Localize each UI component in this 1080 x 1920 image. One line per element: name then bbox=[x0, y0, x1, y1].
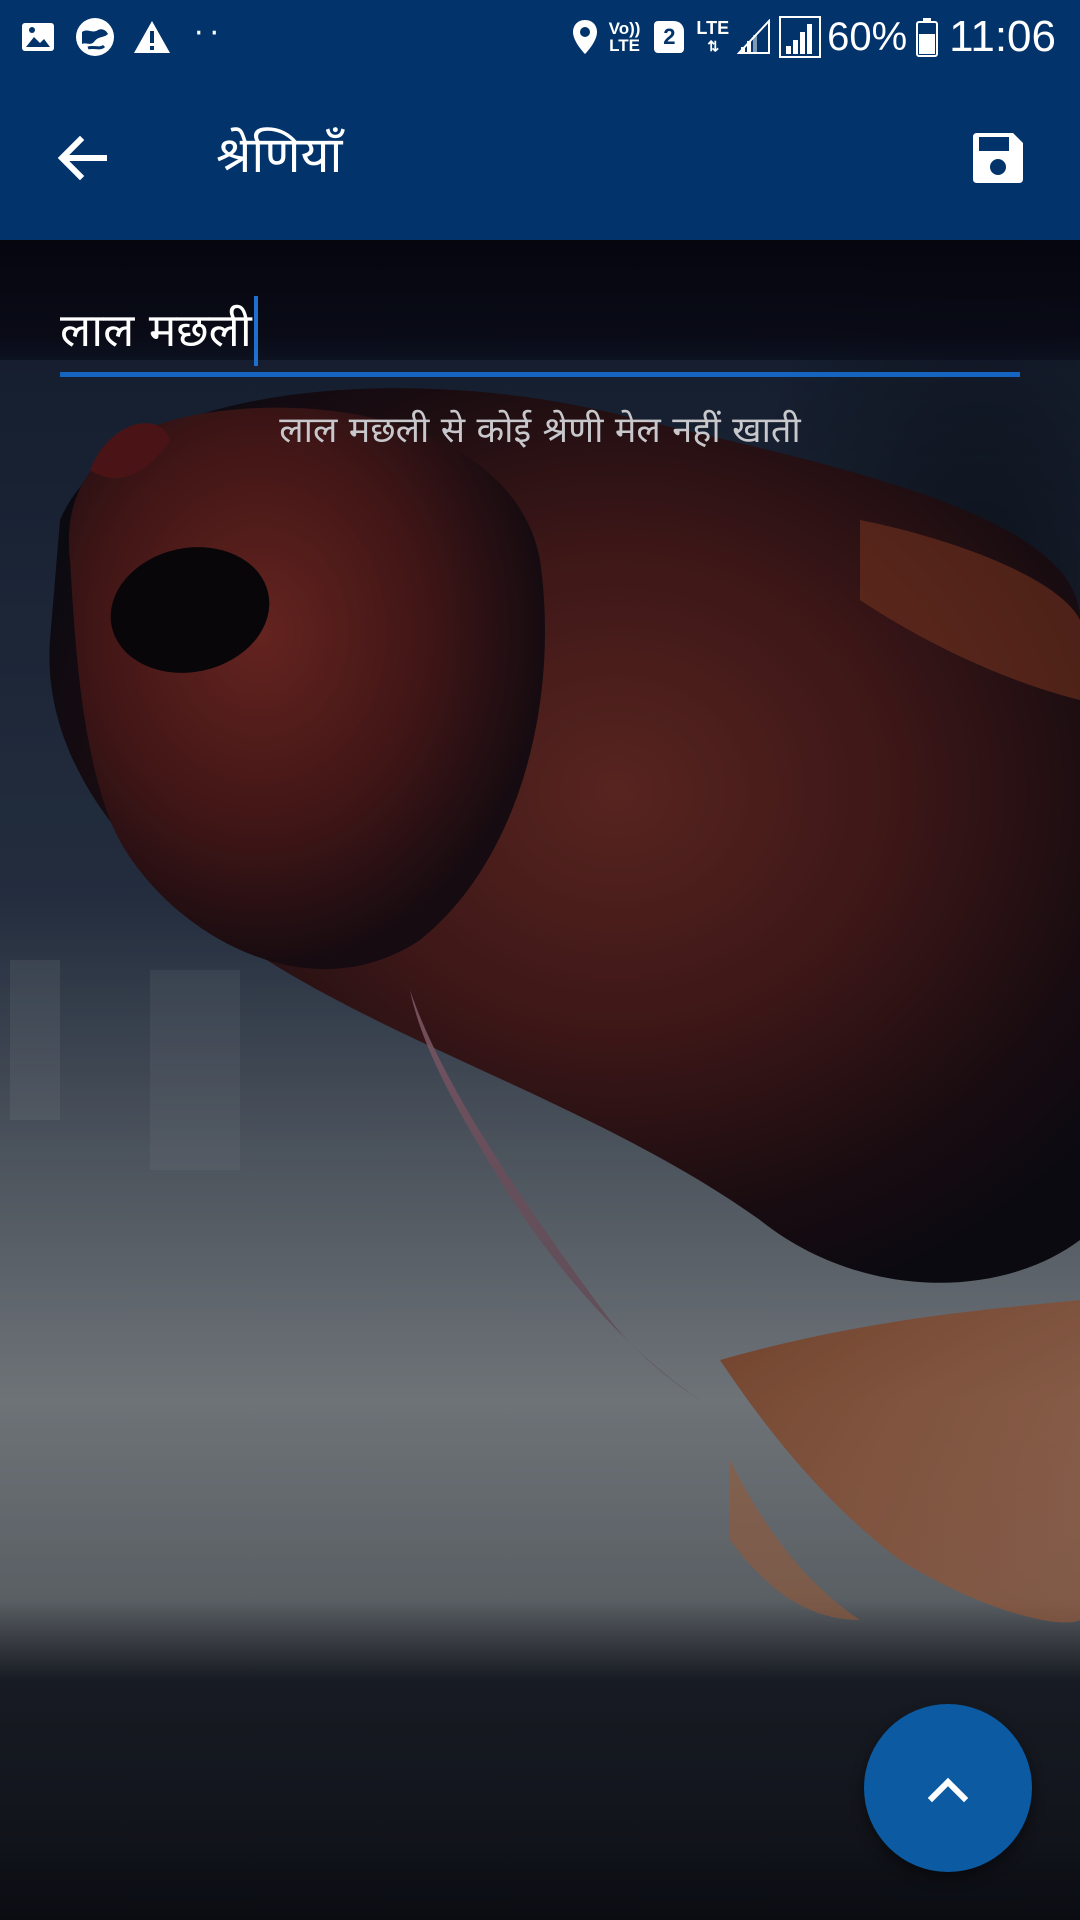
scroll-to-top-button[interactable] bbox=[864, 1704, 1032, 1872]
volte-indicator: Vo)) LTE bbox=[609, 20, 641, 54]
notification-overflow-dots: ·· bbox=[194, 15, 226, 51]
search-input-value: लाल मछली bbox=[60, 303, 252, 357]
text-caret bbox=[253, 295, 258, 366]
signal-strong-icon bbox=[779, 16, 822, 58]
status-clock: 11:06 bbox=[949, 12, 1056, 61]
battery-percent: 60% bbox=[827, 14, 908, 59]
battery-icon bbox=[915, 17, 939, 57]
chevron-up-icon bbox=[927, 1777, 969, 1803]
arrow-left-icon bbox=[57, 135, 107, 181]
network-type-indicator: LTE ⇅ bbox=[696, 19, 729, 55]
app-bar: श्रेणियाँ bbox=[0, 74, 1080, 240]
category-search-input[interactable]: लाल मछली bbox=[60, 295, 1020, 366]
status-bar-left: ·· bbox=[20, 14, 225, 60]
no-results-message: लाल मछली से कोई श्रेणी मेल नहीं खाती bbox=[279, 410, 801, 451]
gallery-icon bbox=[20, 19, 56, 55]
signal-weak-icon bbox=[737, 19, 771, 55]
volte-bottom-label: LTE bbox=[609, 36, 640, 55]
warning-icon bbox=[132, 19, 172, 55]
screen: ·· Vo)) LTE 2 LTE ⇅ 60% 11:06 श्रेणियाँ … bbox=[0, 0, 1080, 1920]
sim-slot-badge: 2 bbox=[654, 21, 685, 53]
data-arrows-icon: ⇅ bbox=[707, 38, 719, 54]
globe-icon bbox=[74, 16, 116, 58]
location-icon bbox=[571, 18, 599, 56]
search-input-underline bbox=[60, 372, 1020, 377]
network-type-label: LTE bbox=[696, 18, 730, 38]
back-button[interactable] bbox=[44, 120, 120, 196]
volte-top-label: Vo)) bbox=[608, 19, 641, 38]
status-bar-right: Vo)) LTE 2 LTE ⇅ 60% 11:06 bbox=[571, 10, 1056, 64]
save-button[interactable] bbox=[960, 120, 1036, 196]
status-bar: ·· Vo)) LTE 2 LTE ⇅ 60% 11:06 bbox=[0, 0, 1080, 74]
save-icon bbox=[973, 133, 1023, 183]
page-title: श्रेणियाँ bbox=[216, 126, 343, 184]
